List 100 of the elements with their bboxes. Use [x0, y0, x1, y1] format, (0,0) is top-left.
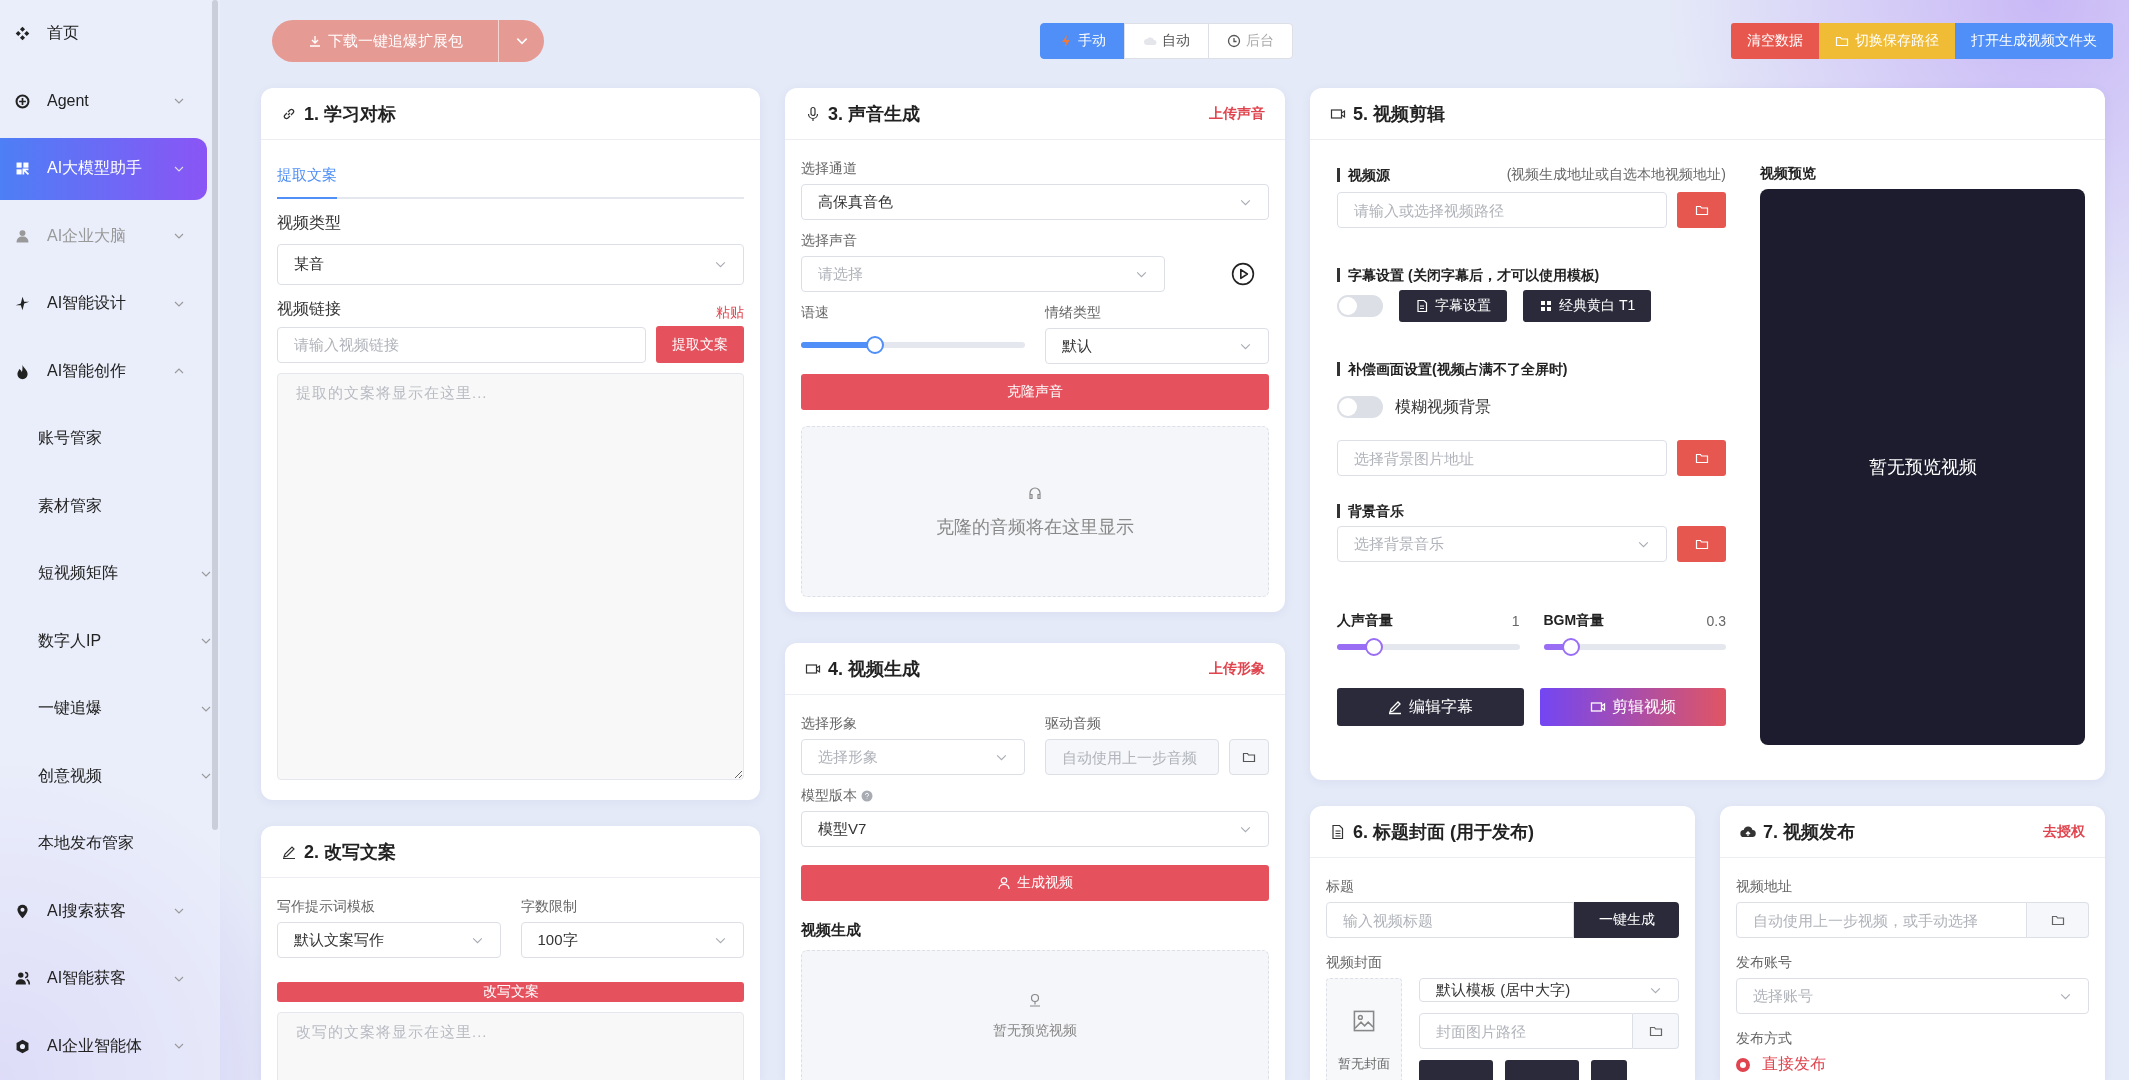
field-label: 选择声音: [801, 232, 858, 250]
field-label: 视频链接: [277, 299, 341, 319]
preview-message: 暂无预览视频: [1868, 456, 1977, 479]
nav-subitem[interactable]: 短视频矩阵: [0, 543, 220, 605]
nav-subitem[interactable]: 一键追爆: [0, 678, 220, 740]
authorize-link[interactable]: 去授权: [2043, 822, 2085, 841]
template-button[interactable]: 经典黄白 T1: [1523, 290, 1652, 322]
nav-subitem[interactable]: 本地发布管家: [0, 813, 220, 875]
microphone-icon: [805, 105, 821, 122]
person-icon: [997, 876, 1011, 890]
nav-subitem[interactable]: 账号管家: [0, 408, 220, 470]
cloud-upload-icon: [1740, 823, 1756, 840]
nav-item[interactable]: Agent: [0, 70, 207, 132]
nav-subitem[interactable]: 素材管家: [0, 475, 220, 537]
field-label: 视频类型: [277, 213, 342, 233]
field-label: 视频封面: [1326, 954, 1383, 972]
card-title: 4. 视频生成: [828, 657, 920, 681]
slider-thumb[interactable]: [865, 336, 884, 354]
grid-icon: [14, 160, 31, 178]
toggle-switch[interactable]: [1337, 396, 1383, 418]
play-icon[interactable]: [1231, 262, 1255, 286]
card-title: 6. 标题封面 (用于发布): [1353, 820, 1534, 844]
section-title: 视频生成: [801, 921, 862, 940]
nav-item[interactable]: AI智能设计: [0, 273, 207, 335]
upload-link[interactable]: 上传形象: [1209, 659, 1265, 678]
cover-placeholder[interactable]: 暂无封面: [1326, 978, 1402, 1080]
section-title: 背景音乐: [1337, 504, 1726, 518]
select-field[interactable]: 默认: [1045, 328, 1269, 364]
toggle-switch[interactable]: [1337, 295, 1383, 317]
input-field[interactable]: 请输入或选择视频路径: [1337, 192, 1667, 228]
nav-item[interactable]: 首页: [0, 3, 207, 65]
card-title: 3. 声音生成: [828, 102, 920, 126]
section-title: 字幕设置 (关闭字幕后，才可以使用模板): [1337, 268, 1726, 282]
input-field[interactable]: 封面图片路径: [1419, 1013, 1633, 1049]
cut-video-button[interactable]: 剪辑视频: [1539, 688, 1726, 726]
nav-item[interactable]: AI智能创作: [0, 340, 207, 402]
input-field[interactable]: 选择背景图片地址: [1337, 440, 1667, 476]
select-field[interactable]: 模型V7: [801, 811, 1269, 847]
download-icon: [307, 34, 322, 48]
folder-icon: [1694, 203, 1709, 217]
extract-button[interactable]: 提取文案: [656, 326, 744, 363]
folder-button[interactable]: [1229, 739, 1269, 775]
nav-item[interactable]: AI企业智能体: [0, 1015, 207, 1077]
field-label: 语速: [801, 304, 830, 322]
paste-link[interactable]: 粘贴: [716, 303, 744, 322]
field-label: 情绪类型: [1045, 304, 1102, 322]
input-field[interactable]: 请输入视频链接: [277, 326, 646, 363]
slider-track[interactable]: [1337, 644, 1520, 650]
hint-text: (视频生成地址或自选本地视频地址): [1506, 166, 1726, 184]
volume-value: 0.3: [1706, 613, 1726, 629]
section-title: 视频源: [1337, 168, 1390, 182]
input-field[interactable]: 自动使用上一步视频，或手动选择: [1736, 902, 2027, 938]
clone-button[interactable]: 克隆声音: [801, 374, 1269, 410]
rewrite-button[interactable]: 改写文案: [277, 982, 744, 1002]
generate-button[interactable]: 生成视频: [801, 865, 1269, 901]
textarea-field[interactable]: 改写的文案将显示在这里...: [277, 1012, 744, 1080]
radio-option[interactable]: 直接发布: [1736, 1054, 2089, 1075]
nav-item[interactable]: AI大模型助手: [0, 138, 207, 200]
select-field[interactable]: 默认文案写作: [277, 922, 501, 958]
flame-icon: [14, 362, 31, 380]
select-field[interactable]: 默认模板 (居中大字): [1419, 978, 1679, 1002]
textarea-field[interactable]: 提取的文案将显示在这里...: [277, 373, 744, 780]
slider-thumb[interactable]: [1364, 638, 1383, 656]
section-title: 视频预览: [1760, 166, 1817, 180]
field-label: 写作提示词模板: [277, 898, 376, 916]
action-button[interactable]: 清空数据: [1731, 23, 1819, 59]
dropdown-button[interactable]: [498, 20, 544, 62]
select-field[interactable]: 高保真音色: [801, 184, 1269, 220]
folder-icon: [1694, 451, 1709, 465]
field-label: 字数限制: [520, 898, 578, 916]
video-camera-icon: [1589, 699, 1606, 715]
card-title: 2. 改写文案: [304, 840, 396, 864]
folder-icon: [1648, 1024, 1663, 1038]
field-label: 视频地址: [1736, 878, 1793, 896]
generate-button[interactable]: 一键生成: [1574, 902, 1679, 938]
slider-thumb[interactable]: [1561, 638, 1580, 656]
input-field[interactable]: 输入视频标题: [1326, 902, 1574, 938]
hexagon-icon: [14, 1037, 31, 1055]
slider-track[interactable]: [801, 342, 1025, 348]
upload-link[interactable]: 上传声音: [1209, 104, 1265, 123]
help-icon[interactable]: [861, 790, 873, 802]
select-field[interactable]: 100字: [520, 922, 744, 958]
volume-value: 1: [1511, 613, 1520, 629]
pin-icon: [1027, 991, 1043, 1008]
card-title: 5. 视频剪辑: [1353, 102, 1445, 126]
placeholder-text: 克隆的音频将在这里显示: [936, 515, 1134, 539]
edit-subtitle-button[interactable]: 编辑字幕: [1337, 688, 1524, 726]
subtitle-settings-button[interactable]: 字幕设置: [1399, 290, 1507, 322]
nav-item[interactable]: AI搜索获客: [0, 880, 207, 942]
select-field[interactable]: 某音: [277, 244, 744, 285]
scrollbar[interactable]: [212, 0, 218, 830]
cover-hint: 暂无封面: [1338, 1055, 1390, 1073]
mode-tab[interactable]: 自动: [1124, 23, 1209, 59]
field-label: 发布方式: [1736, 1030, 1793, 1048]
nav-subitem[interactable]: 数字人IP: [0, 610, 220, 672]
field-label: 发布账号: [1736, 954, 1793, 972]
nav-item[interactable]: AI智能获客: [0, 948, 207, 1010]
slider-track[interactable]: [1543, 644, 1726, 650]
folder-icon: [1835, 34, 1849, 48]
nav-subitem[interactable]: 创意视频: [0, 745, 220, 807]
